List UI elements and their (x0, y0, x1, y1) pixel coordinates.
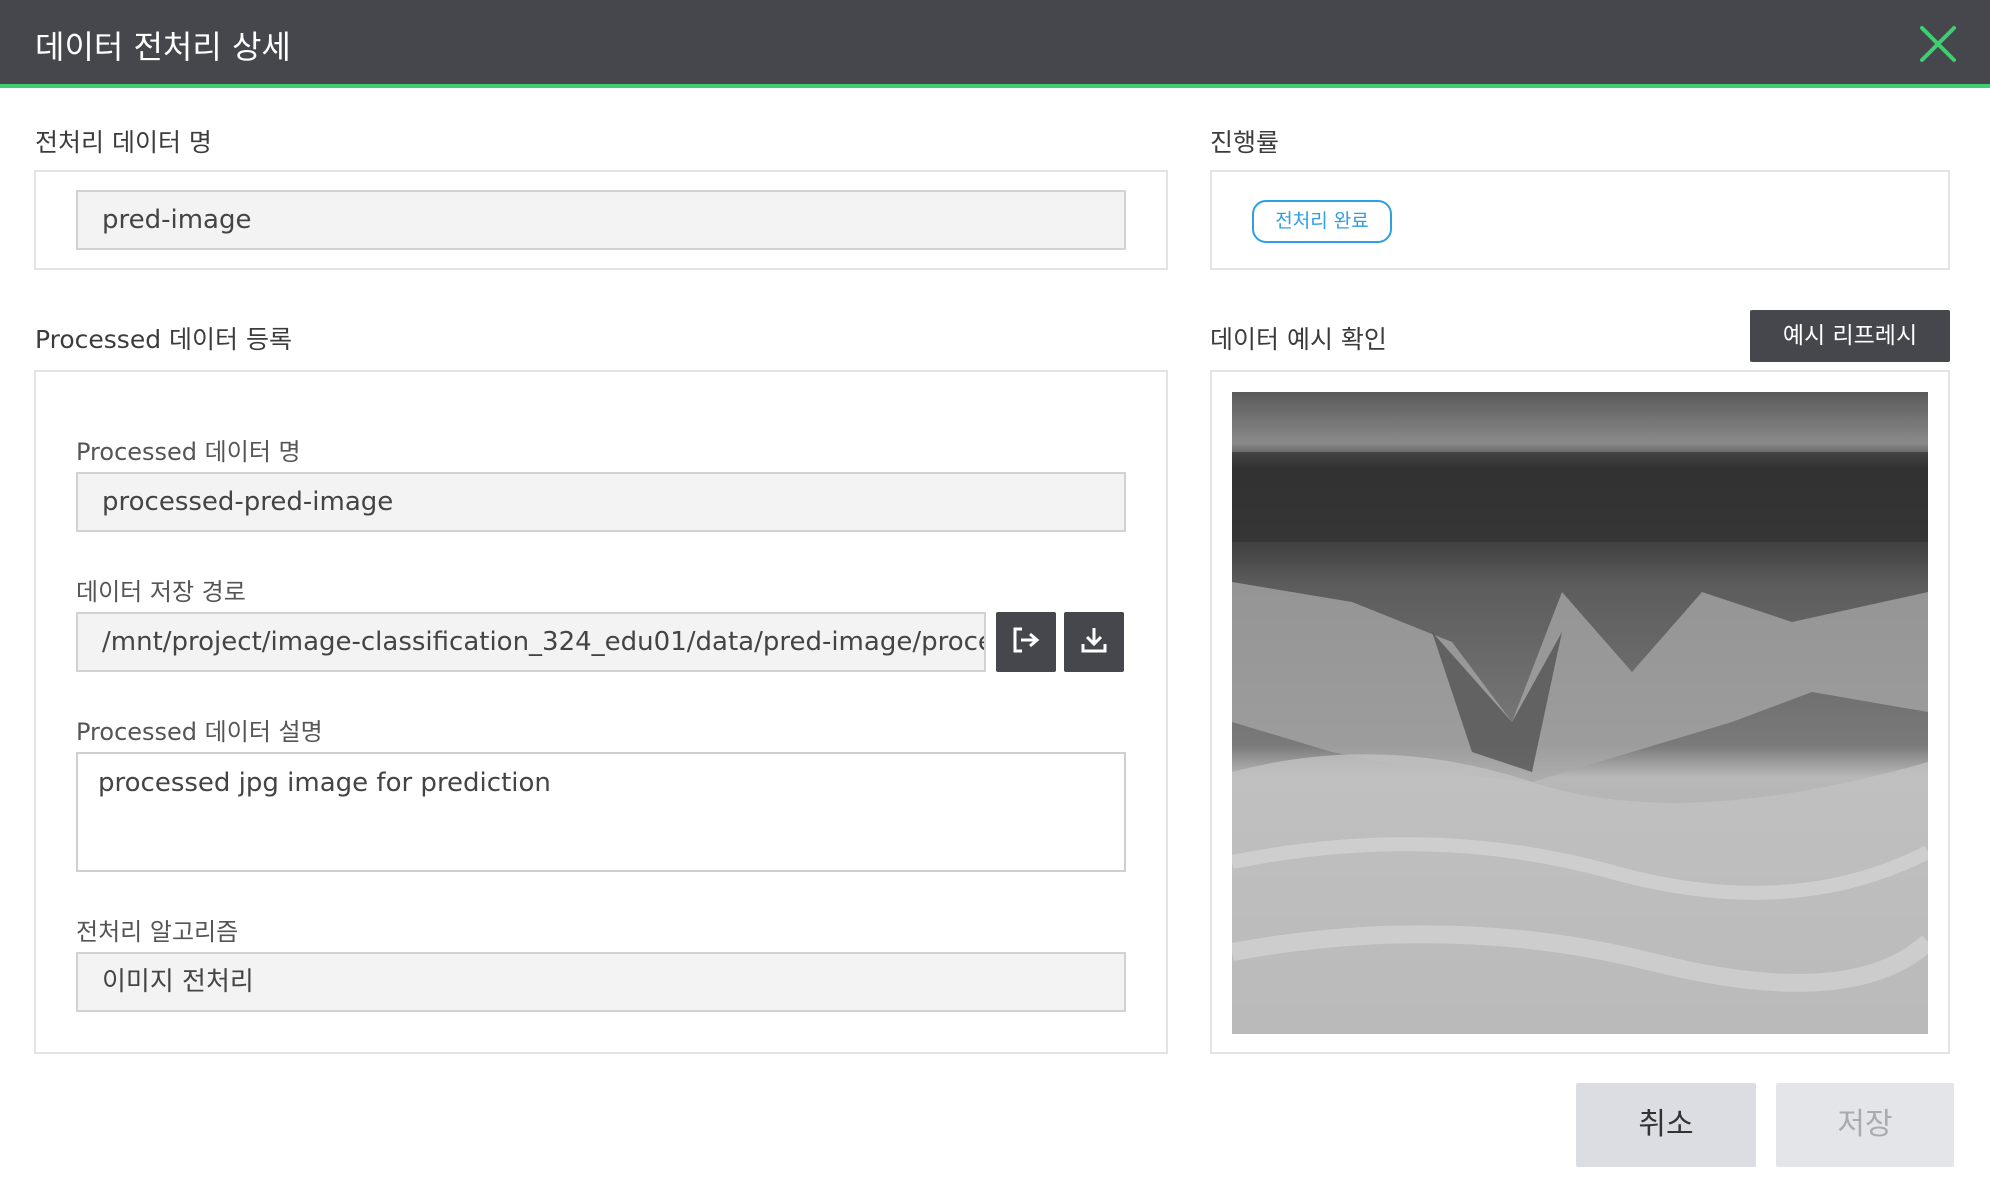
processed-desc-label: Processed 데이터 설명 (76, 718, 323, 746)
save-button[interactable]: 저장 (1776, 1083, 1954, 1167)
open-folder-button[interactable] (996, 612, 1056, 672)
cancel-button[interactable]: 취소 (1576, 1083, 1756, 1167)
dialog-header: 데이터 전처리 상세 (0, 0, 1990, 88)
close-icon[interactable] (1916, 22, 1960, 66)
algorithm-label: 전처리 알고리즘 (76, 918, 239, 946)
download-button[interactable] (1064, 612, 1124, 672)
preview-image (1232, 392, 1928, 1034)
algorithm-field[interactable]: 이미지 전처리 (76, 952, 1126, 1012)
save-path-field[interactable]: /mnt/project/image-classification_324_ed… (76, 612, 986, 672)
refresh-example-button[interactable]: 예시 리프레시 (1750, 310, 1950, 362)
processed-section-label: Processed 데이터 등록 (35, 325, 292, 354)
preview-label: 데이터 예시 확인 (1210, 325, 1387, 354)
preprocess-name-label: 전처리 데이터 명 (35, 128, 212, 157)
dialog-title: 데이터 전처리 상세 (35, 28, 291, 66)
progress-label: 진행률 (1210, 128, 1280, 157)
preprocess-name-field[interactable]: pred-image (76, 190, 1126, 250)
open-folder-icon (1010, 624, 1042, 660)
save-path-label: 데이터 저장 경로 (76, 578, 246, 606)
status-badge: 전처리 완료 (1252, 200, 1392, 243)
processed-desc-field[interactable]: processed jpg image for prediction (76, 752, 1126, 872)
processed-name-field[interactable]: processed-pred-image (76, 472, 1126, 532)
processed-name-label: Processed 데이터 명 (76, 438, 301, 466)
download-icon (1078, 624, 1110, 660)
